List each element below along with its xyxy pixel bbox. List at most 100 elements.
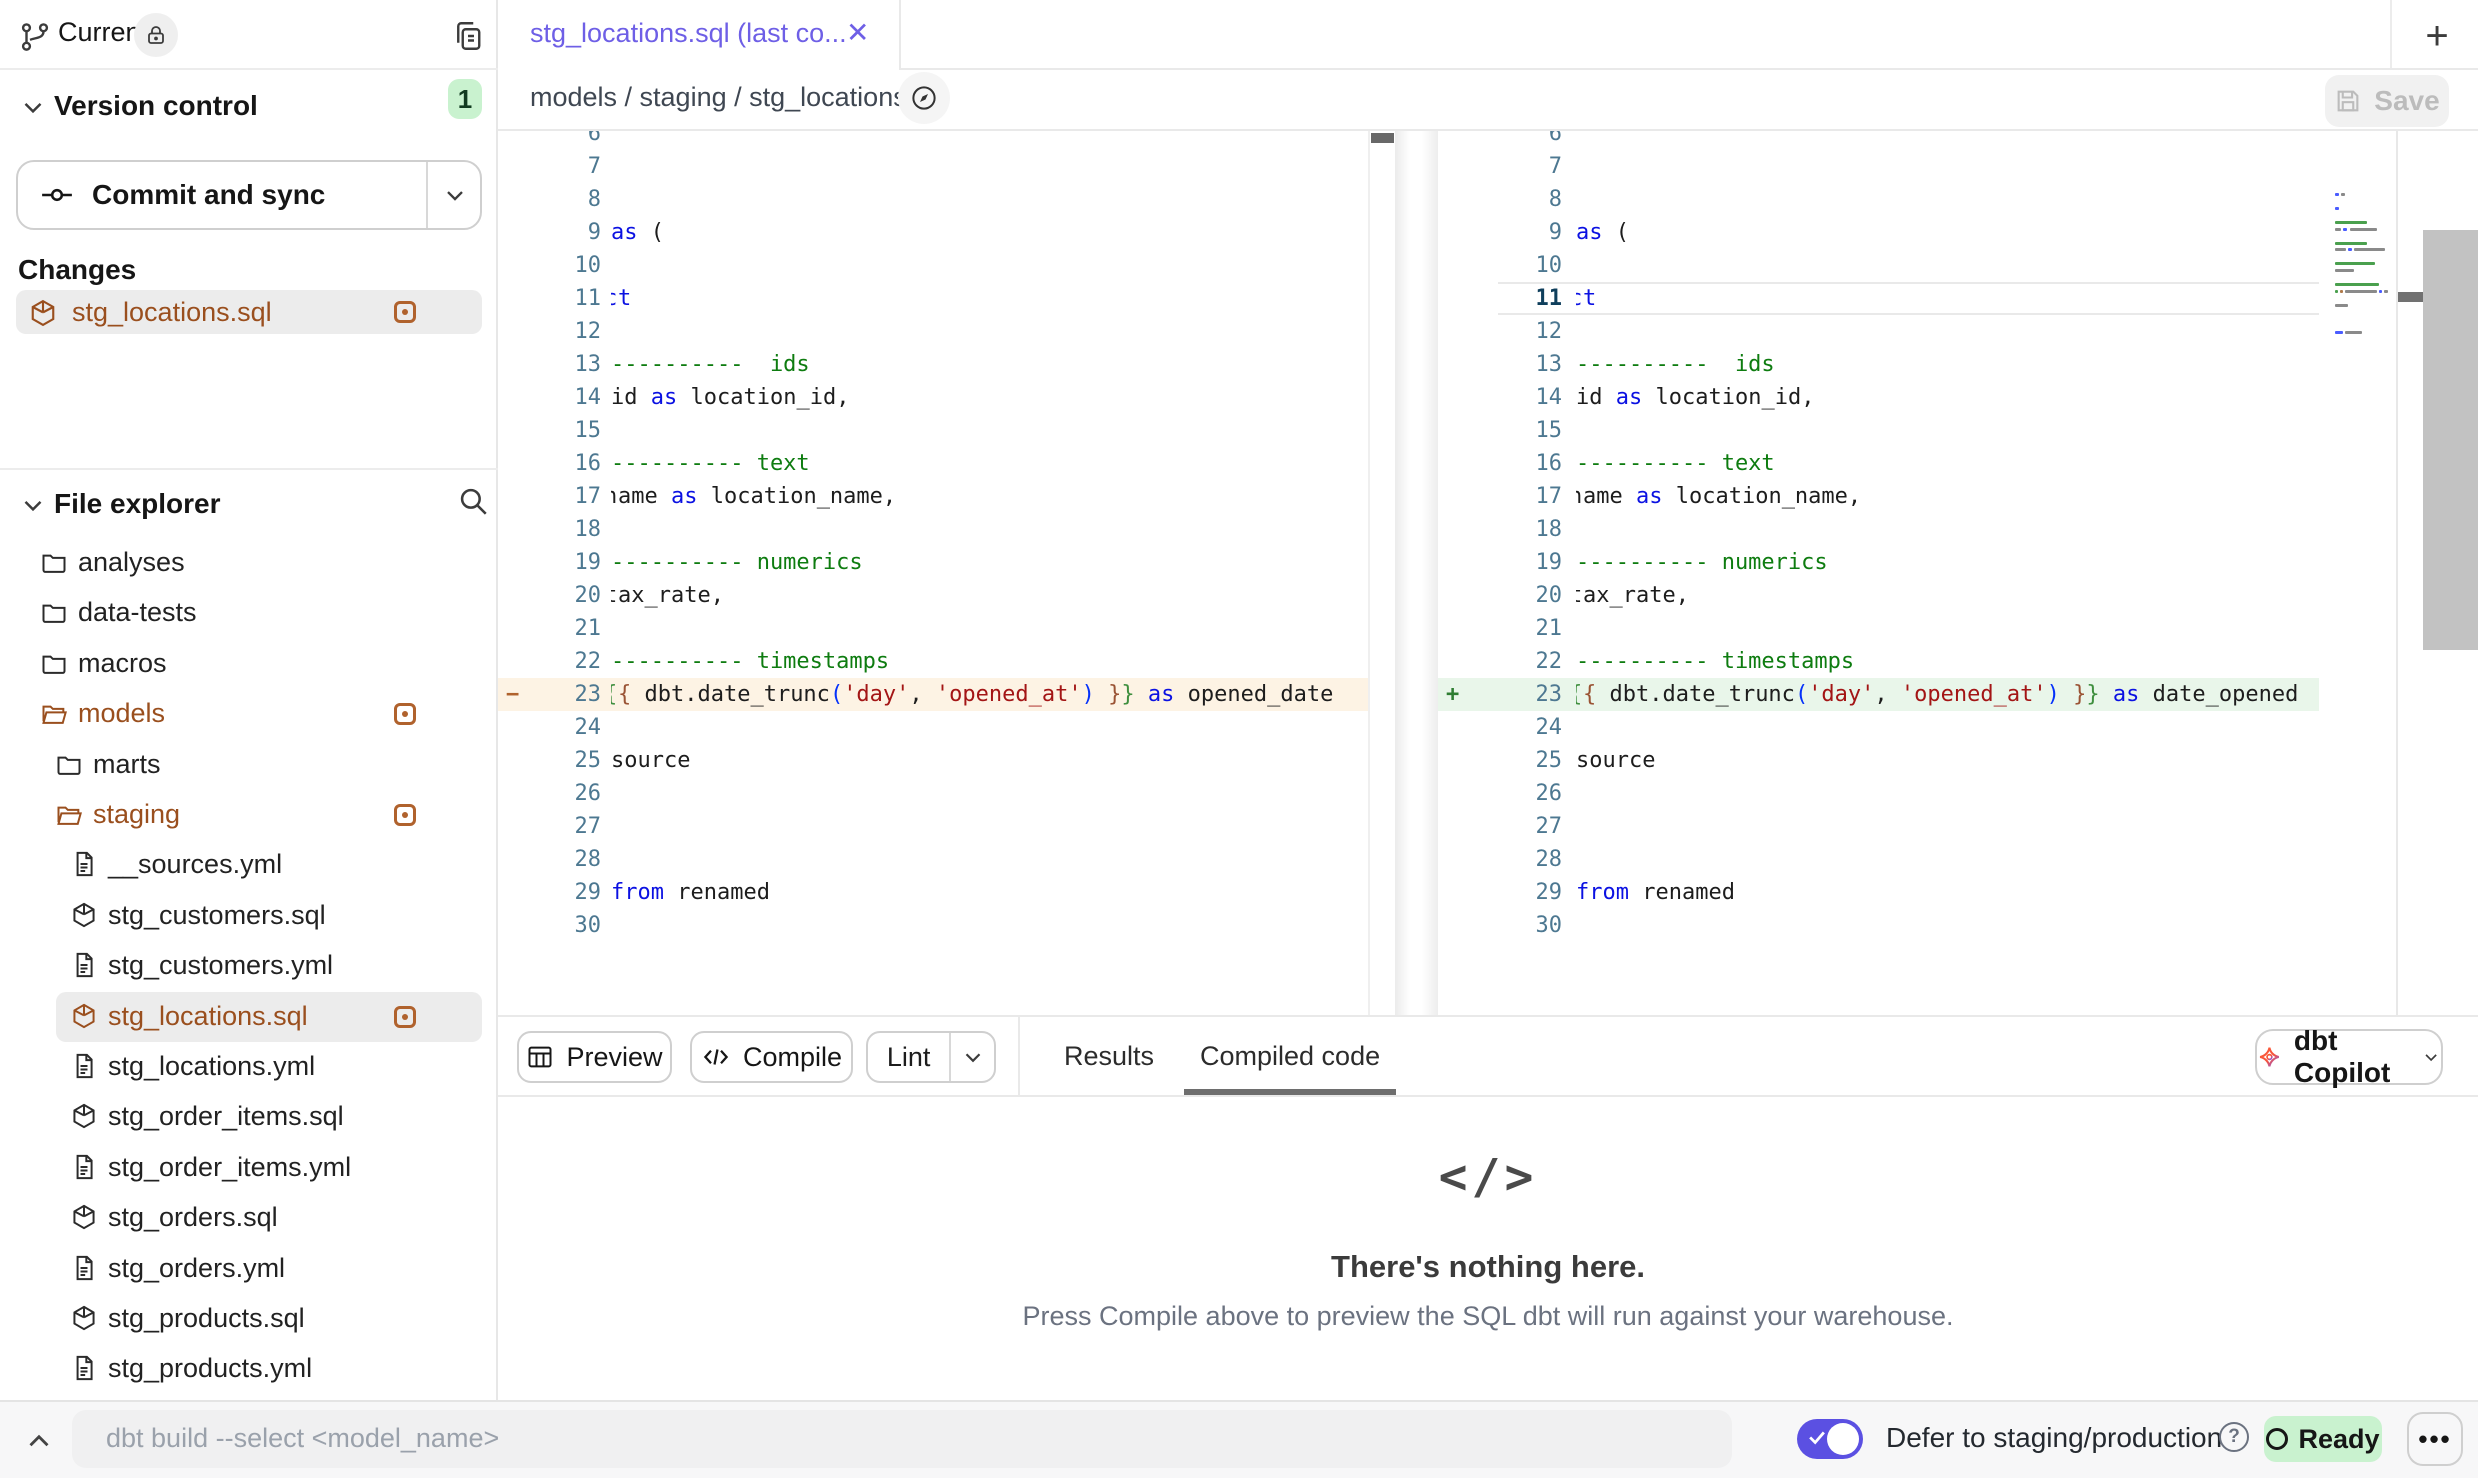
code-line-9: 9as ( xyxy=(498,216,1368,249)
file-name: stg_customers.sql xyxy=(108,900,326,931)
code-line-20: 20tax_rate, xyxy=(1438,579,2396,612)
compass-icon[interactable] xyxy=(898,72,950,124)
tab-results[interactable]: Results xyxy=(1060,1017,1158,1095)
scrollbar-thumb[interactable] xyxy=(2423,230,2478,650)
minimap[interactable] xyxy=(2331,131,2396,1015)
folder-icon xyxy=(55,750,83,778)
code-line-13: 13---------- ids xyxy=(498,348,1368,381)
new-tab-button[interactable]: + xyxy=(2413,12,2461,60)
file-explorer-item-stg_customers.yml[interactable]: stg_customers.yml xyxy=(16,943,482,989)
code-line-22: 22---------- timestamps xyxy=(498,645,1368,678)
doc-icon xyxy=(70,1052,98,1080)
doc-icon xyxy=(70,951,98,979)
breadcrumb[interactable]: models / staging / stg_locations.sql xyxy=(530,82,949,113)
line-number: 30 xyxy=(1438,909,1562,942)
preview-button[interactable]: Preview xyxy=(517,1031,672,1083)
editor-scrollbar[interactable] xyxy=(2396,131,2478,1015)
file-name: stg_orders.sql xyxy=(108,1202,278,1233)
line-number: 18 xyxy=(498,513,601,546)
code-line-10: 10 xyxy=(1438,249,2396,282)
code-line-17: 17name as location_name, xyxy=(498,480,1368,513)
line-number: 11 xyxy=(1438,282,1562,315)
line-number: 21 xyxy=(498,612,601,645)
code-line-24: 24 xyxy=(498,711,1368,744)
file-explorer-item-stg_products.yml[interactable]: stg_products.yml xyxy=(16,1346,482,1392)
divider xyxy=(1018,1017,1020,1095)
code-line-29: 29from renamed xyxy=(498,876,1368,909)
doc-icon xyxy=(70,1254,98,1282)
line-number: 18 xyxy=(1438,513,1562,546)
code-line-24: 24 xyxy=(1438,711,2396,744)
file-explorer-item-stg_order_items.yml[interactable]: stg_order_items.yml xyxy=(16,1145,482,1191)
file-explorer-item-stg_orders.yml[interactable]: stg_orders.yml xyxy=(16,1246,482,1292)
file-name: stg_orders.yml xyxy=(108,1253,285,1284)
tab-stg-locations[interactable]: stg_locations.sql (last co... ✕ xyxy=(498,0,901,70)
code-line-19: 19---------- numerics xyxy=(498,546,1368,579)
compile-button[interactable]: Compile xyxy=(690,1031,853,1083)
line-number: 15 xyxy=(498,414,601,447)
file-explorer-item-stg_locations.sql[interactable]: stg_locations.sql xyxy=(16,994,482,1040)
file-explorer-item-macros[interactable]: macros xyxy=(16,641,482,687)
file-explorer-list: analyses data-tests macrosmodels marts stagi… xyxy=(0,0,498,1400)
code-line-21: 21 xyxy=(1438,612,2396,645)
tab-compiled-code[interactable]: Compiled code xyxy=(1196,1017,1384,1095)
code-line-28: 28 xyxy=(498,843,1368,876)
dbt-copilot-button[interactable]: dbt Copilot xyxy=(2255,1029,2443,1085)
chevron-up-icon[interactable] xyxy=(22,1424,56,1458)
left-pane-scrollbar[interactable] xyxy=(1370,131,1395,1015)
file-name: analyses xyxy=(78,547,185,578)
compile-label: Compile xyxy=(743,1042,842,1073)
code-line-22: 22---------- timestamps xyxy=(1438,645,2396,678)
dbt-copilot-label: dbt Copilot xyxy=(2294,1025,2409,1089)
file-name: stg_order_items.sql xyxy=(108,1101,344,1132)
code-line-10: 10 xyxy=(498,249,1368,282)
file-explorer-item-data-tests[interactable]: data-tests xyxy=(16,590,482,636)
model-icon xyxy=(70,901,98,929)
diff-splitter[interactable] xyxy=(1395,131,1438,1015)
file-explorer-item-staging[interactable]: staging xyxy=(16,792,482,838)
close-icon[interactable]: ✕ xyxy=(846,16,869,49)
results-panel: </> There's nothing here. Press Compile … xyxy=(498,1097,2478,1400)
file-explorer-item-stg_order_items.sql[interactable]: stg_order_items.sql xyxy=(16,1094,482,1140)
file-explorer-item-stg_orders.sql[interactable]: stg_orders.sql xyxy=(16,1195,482,1241)
empty-state-title: There's nothing here. xyxy=(498,1249,2478,1285)
command-input[interactable]: dbt build --select <model_name> xyxy=(72,1410,1732,1468)
file-explorer-item-stg_locations.yml[interactable]: stg_locations.yml xyxy=(16,1044,482,1090)
code-line-16: 16---------- text xyxy=(498,447,1368,480)
minimap-slider[interactable] xyxy=(2398,292,2424,302)
file-name: staging xyxy=(93,799,180,830)
editor-toolbar: Preview Compile Lint Results Compiled co… xyxy=(498,1015,2478,1097)
tab-strip: stg_locations.sql (last co... ✕ + xyxy=(498,0,2478,70)
diff-pane-original[interactable]: 6789as (1011ct1213---------- ids14id as … xyxy=(498,131,1370,1015)
lint-options-dropdown[interactable] xyxy=(949,1033,994,1081)
more-options-button[interactable]: ••• xyxy=(2407,1412,2463,1466)
file-explorer-item-stg_customers.sql[interactable]: stg_customers.sql xyxy=(16,893,482,939)
defer-toggle[interactable] xyxy=(1797,1419,1863,1459)
lint-button[interactable]: Lint xyxy=(868,1033,949,1081)
tab-label: stg_locations.sql (last co... xyxy=(530,18,847,49)
code-line-11: 11ct xyxy=(1438,282,2396,315)
help-icon[interactable]: ? xyxy=(2219,1422,2249,1452)
line-number: 29 xyxy=(1438,876,1562,909)
line-number: 13 xyxy=(498,348,601,381)
file-explorer-item-marts[interactable]: marts xyxy=(16,742,482,788)
line-number: 28 xyxy=(498,843,601,876)
line-number: 17 xyxy=(1438,480,1562,513)
save-button[interactable]: Save xyxy=(2325,75,2449,127)
file-explorer-item-__sources.yml[interactable]: __sources.yml xyxy=(16,842,482,888)
line-number: 10 xyxy=(1438,249,1562,282)
line-number: 19 xyxy=(1438,546,1562,579)
preview-label: Preview xyxy=(566,1042,662,1073)
file-explorer-item-analyses[interactable]: analyses xyxy=(16,540,482,586)
model-icon xyxy=(70,1002,98,1030)
code-line-27: 27 xyxy=(1438,810,2396,843)
code-line-21: 21 xyxy=(498,612,1368,645)
lint-button-group: Lint xyxy=(866,1031,996,1083)
file-explorer-item-stg_products.sql[interactable]: stg_products.sql xyxy=(16,1296,482,1342)
code-line-16: 16---------- text xyxy=(1438,447,2396,480)
diff-pane-modified[interactable]: 6789as (1011ct1213---------- ids14id as … xyxy=(1438,131,2396,1015)
folder-icon xyxy=(40,598,68,626)
code-line-7: 7 xyxy=(498,150,1368,183)
file-explorer-item-models[interactable]: models xyxy=(16,691,482,737)
line-number: 7 xyxy=(498,150,601,183)
